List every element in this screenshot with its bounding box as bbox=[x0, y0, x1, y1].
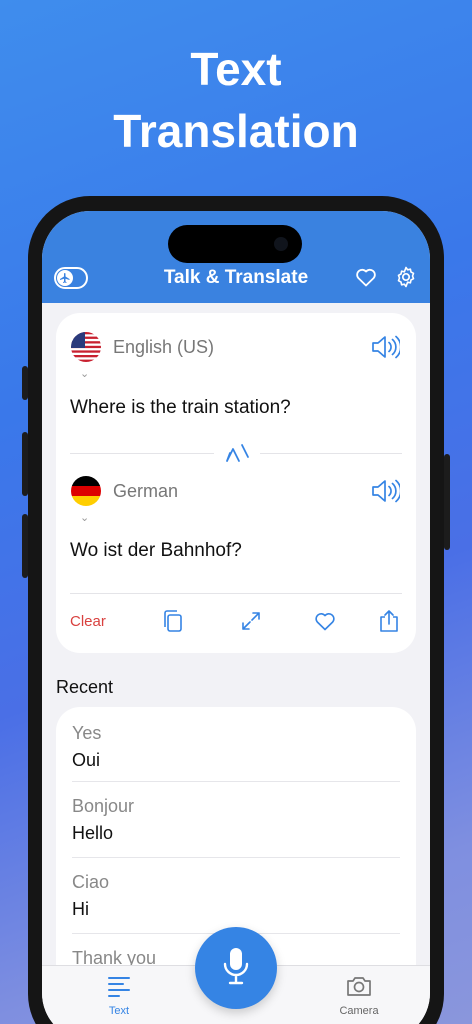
gear-icon[interactable] bbox=[394, 265, 418, 294]
phone-volume-up bbox=[22, 432, 28, 496]
headline: Text Translation bbox=[0, 38, 472, 162]
target-language[interactable]: German bbox=[113, 481, 178, 502]
recent-item[interactable]: Bonjour Hello bbox=[72, 796, 400, 844]
microphone-icon bbox=[219, 945, 253, 992]
swap-languages-icon[interactable] bbox=[222, 439, 252, 472]
copy-icon[interactable] bbox=[162, 609, 184, 638]
actions-divider bbox=[70, 593, 402, 594]
card-actions: Clear bbox=[56, 609, 416, 637]
germany-flag-icon bbox=[71, 476, 101, 506]
phone-screen: Talk & Translate English (US) ⌄ Where is… bbox=[42, 211, 430, 1024]
source-speaker-icon[interactable] bbox=[370, 333, 402, 366]
headline-line-2: Translation bbox=[113, 105, 359, 157]
clear-button[interactable]: Clear bbox=[70, 613, 106, 630]
recent-item-source: Yes bbox=[72, 723, 102, 743]
target-speaker-icon[interactable] bbox=[370, 477, 402, 510]
recent-separator bbox=[72, 781, 400, 782]
recent-heading: Recent bbox=[56, 677, 114, 697]
headline-line-1: Text bbox=[190, 43, 282, 95]
source-text[interactable]: Where is the train station? bbox=[70, 397, 291, 419]
recent-item-source: Ciao bbox=[72, 872, 110, 892]
tab-camera-label: Camera bbox=[339, 1005, 379, 1017]
tab-text-label: Text bbox=[108, 1005, 130, 1017]
recent-separator bbox=[72, 857, 400, 858]
heart-icon[interactable] bbox=[354, 265, 378, 294]
translation-card: English (US) ⌄ Where is the train statio… bbox=[56, 313, 416, 653]
divider-left bbox=[70, 453, 214, 454]
us-flag-icon bbox=[71, 332, 101, 362]
phone-volume-down bbox=[22, 514, 28, 578]
recent-item-target: Hi bbox=[72, 899, 89, 919]
divider-right bbox=[260, 453, 402, 454]
tab-text[interactable]: Text bbox=[74, 974, 164, 1017]
microphone-button[interactable] bbox=[195, 927, 277, 1009]
camera-icon bbox=[314, 974, 404, 1001]
tab-camera[interactable]: Camera bbox=[314, 974, 404, 1017]
expand-icon[interactable] bbox=[239, 609, 263, 638]
target-text[interactable]: Wo ist der Bahnhof? bbox=[70, 540, 242, 562]
phone-side-button bbox=[22, 366, 28, 400]
share-icon[interactable] bbox=[378, 609, 400, 638]
source-language[interactable]: English (US) bbox=[113, 337, 214, 358]
recent-item-target: Oui bbox=[72, 750, 101, 770]
recent-item[interactable]: Yes Oui bbox=[72, 723, 400, 771]
recent-item[interactable]: Ciao Hi bbox=[72, 872, 400, 920]
recent-item-source: Bonjour bbox=[72, 796, 135, 816]
text-lines-icon bbox=[74, 974, 164, 1001]
target-language-chevron-down-icon[interactable]: ⌄ bbox=[80, 511, 89, 524]
dynamic-island bbox=[168, 225, 302, 263]
recent-item-target: Hello bbox=[72, 823, 114, 843]
source-language-chevron-down-icon[interactable]: ⌄ bbox=[80, 367, 89, 380]
front-camera bbox=[274, 237, 288, 251]
phone-power-button bbox=[444, 454, 450, 550]
favorite-heart-icon[interactable] bbox=[313, 609, 337, 638]
